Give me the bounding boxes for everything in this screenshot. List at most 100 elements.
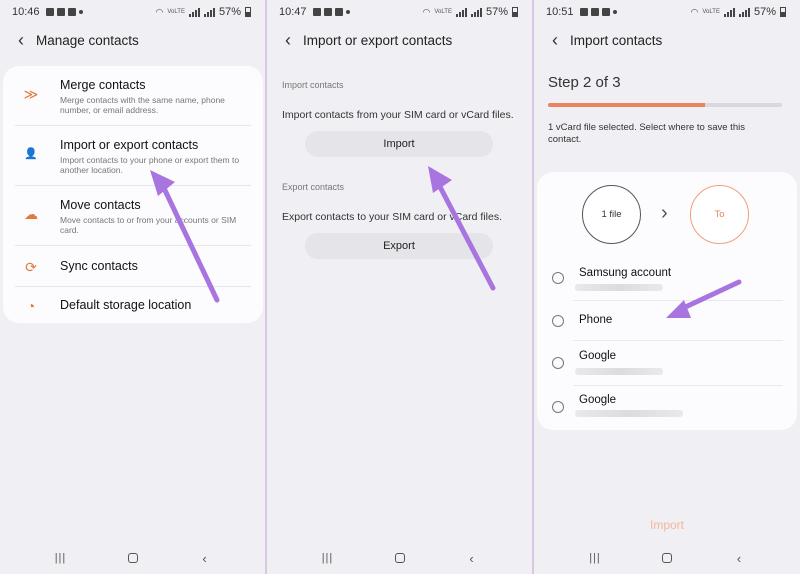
menu-item-label: Merge contacts — [60, 78, 146, 92]
status-bar: 10:47 ◠ VoLTE 57% — [279, 4, 518, 20]
import-button[interactable]: Import — [305, 131, 493, 157]
battery-text: 57% — [218, 6, 241, 18]
menu-item-import-export[interactable]: 👤 Import or export contacts Import conta… — [3, 138, 263, 188]
battery-icon — [512, 7, 518, 17]
page-title: Import contacts — [570, 32, 663, 48]
status-bar: 10:46 ◠ VoLTE 57% — [12, 4, 251, 20]
app-bar: ‹ Import contacts — [534, 28, 800, 52]
account-name: Samsung account — [579, 267, 672, 279]
chevron-right-icon: › — [661, 202, 668, 224]
storage-pie-icon: ◔ — [26, 298, 36, 314]
notification-icons — [312, 8, 350, 16]
status-time: 10:51 — [546, 6, 574, 18]
merge-icon: ≫ — [23, 86, 39, 102]
status-bar: 10:51 ◠ VoLTE 57% — [546, 4, 786, 20]
import-export-icon: 👤 — [24, 148, 38, 160]
account-email-redacted — [575, 410, 683, 417]
status-time: 10:46 — [12, 6, 40, 18]
signal-icon-2 — [738, 7, 750, 17]
menu-item-desc: Import contacts to your phone or export … — [60, 155, 240, 175]
app-bar: ‹ Manage contacts — [0, 28, 265, 52]
import-contacts-screen: 10:51 ◠ VoLTE 57% ‹ Import contacts Step… — [534, 0, 800, 574]
system-nav-bar: ||| ‹ — [267, 548, 532, 568]
system-nav-bar: ||| ‹ — [534, 548, 800, 568]
account-email-redacted — [575, 368, 663, 375]
home-button[interactable] — [123, 551, 143, 566]
battery-text: 57% — [753, 6, 776, 18]
signal-icon — [188, 7, 200, 17]
account-option-google-2[interactable]: Google — [537, 394, 797, 424]
export-description: Export contacts to your SIM card or vCar… — [282, 211, 502, 223]
radio-button[interactable] — [552, 401, 564, 413]
battery-icon — [780, 7, 786, 17]
menu-item-desc: Merge contacts with the same name, phone… — [60, 95, 225, 115]
menu-item-sync-contacts[interactable]: ⟳ Sync contacts — [3, 259, 263, 287]
app-bar: ‹ Import or export contacts — [267, 28, 532, 52]
account-option-samsung[interactable]: Samsung account — [537, 262, 797, 292]
menu-item-label: Import or export contacts — [60, 138, 199, 152]
export-button[interactable]: Export — [305, 233, 493, 259]
account-option-google-1[interactable]: Google — [537, 350, 797, 380]
menu-item-label: Move contacts — [60, 198, 141, 212]
menu-item-desc: Move contacts to or from your accounts o… — [60, 215, 237, 235]
recents-button[interactable]: ||| — [318, 552, 338, 564]
battery-icon — [245, 7, 251, 17]
back-button[interactable]: ‹ — [0, 30, 36, 51]
account-name: Phone — [579, 314, 613, 326]
recents-button[interactable]: ||| — [51, 552, 71, 564]
signal-icon — [455, 7, 467, 17]
step-progress-bar — [548, 103, 782, 107]
back-button[interactable]: ‹ — [534, 30, 570, 51]
radio-button[interactable] — [552, 357, 564, 369]
notification-icons — [579, 8, 617, 16]
home-button[interactable] — [390, 551, 410, 566]
selection-info: 1 vCard file selected. Select where to s… — [548, 122, 745, 145]
step-indicator: Step 2 of 3 — [548, 74, 621, 91]
menu-item-label: Default storage location — [60, 298, 192, 312]
destination-card: 1 file › To Samsung account Phone Google… — [537, 172, 797, 430]
menu-card: ≫ Merge contacts Merge contacts with the… — [3, 66, 263, 323]
from-file-circle: 1 file — [582, 185, 641, 244]
battery-text: 57% — [485, 6, 508, 18]
recents-button[interactable]: ||| — [585, 552, 605, 564]
nav-back-button[interactable]: ‹ — [729, 551, 749, 566]
menu-item-move-contacts[interactable]: ☁ Move contacts Move contacts to or from… — [3, 198, 263, 248]
menu-item-label: Sync contacts — [60, 259, 138, 273]
wifi-icon: ◠ — [690, 6, 699, 17]
radio-button[interactable] — [552, 315, 564, 327]
nav-back-button[interactable]: ‹ — [462, 551, 482, 566]
cloud-upload-icon: ☁ — [24, 206, 38, 222]
import-section-label: Import contacts — [282, 80, 344, 90]
account-email-redacted — [575, 284, 663, 291]
account-option-phone[interactable]: Phone — [537, 310, 797, 334]
to-destination-circle: To — [690, 185, 749, 244]
status-time: 10:47 — [279, 6, 307, 18]
radio-button[interactable] — [552, 272, 564, 284]
home-button[interactable] — [657, 551, 677, 566]
volte-icon: VoLTE — [702, 9, 720, 15]
volte-icon: VoLTE — [167, 9, 185, 15]
signal-icon-2 — [203, 7, 215, 17]
import-button-disabled[interactable]: Import — [534, 518, 800, 532]
wifi-icon: ◠ — [422, 6, 431, 17]
progress-fill — [548, 103, 705, 107]
notification-icons — [45, 8, 83, 16]
back-button[interactable]: ‹ — [267, 30, 303, 51]
system-nav-bar: ||| ‹ — [0, 548, 265, 568]
menu-item-default-storage[interactable]: ◔ Default storage location — [3, 298, 263, 322]
wifi-icon: ◠ — [155, 6, 164, 17]
signal-icon-2 — [470, 7, 482, 17]
import-description: Import contacts from your SIM card or vC… — [282, 109, 514, 121]
export-section-label: Export contacts — [282, 182, 345, 192]
nav-back-button[interactable]: ‹ — [195, 551, 215, 566]
manage-contacts-screen: 10:46 ◠ VoLTE 57% ‹ Manage contacts ≫ Me… — [0, 0, 265, 574]
import-export-screen: 10:47 ◠ VoLTE 57% ‹ Import or export con… — [267, 0, 532, 574]
account-name: Google — [579, 394, 617, 406]
account-name: Google — [579, 350, 617, 362]
page-title: Import or export contacts — [303, 32, 453, 48]
volte-icon: VoLTE — [434, 9, 452, 15]
menu-item-merge-contacts[interactable]: ≫ Merge contacts Merge contacts with the… — [3, 78, 263, 128]
page-title: Manage contacts — [36, 32, 139, 48]
sync-icon: ⟳ — [25, 259, 37, 275]
signal-icon — [723, 7, 735, 17]
